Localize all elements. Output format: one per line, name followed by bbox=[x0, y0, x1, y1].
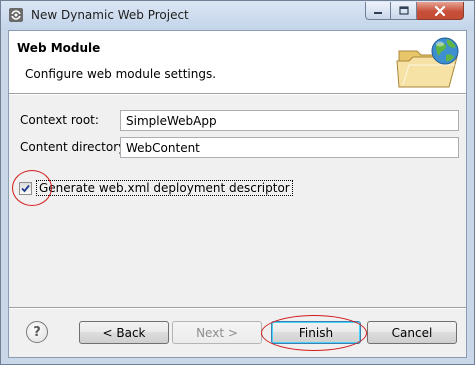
next-button-label: Next > bbox=[196, 325, 238, 340]
cancel-button-label: Cancel bbox=[391, 325, 433, 340]
next-button[interactable]: Next > bbox=[172, 321, 262, 344]
maximize-button[interactable] bbox=[391, 2, 417, 20]
title-bar[interactable]: New Dynamic Web Project bbox=[1, 1, 474, 30]
generate-descriptor-checkbox-row[interactable]: Generate web.xml deployment descriptor bbox=[19, 179, 293, 197]
back-button-label: < Back bbox=[102, 325, 146, 340]
wizard-header: Web Module Configure web module settings… bbox=[9, 31, 466, 94]
eclipse-app-icon bbox=[9, 8, 23, 22]
generate-descriptor-label[interactable]: Generate web.xml deployment descriptor bbox=[36, 180, 293, 196]
back-button[interactable]: < Back bbox=[79, 321, 169, 344]
finish-button-label: Finish bbox=[298, 325, 334, 340]
page-description: Configure web module settings. bbox=[25, 67, 217, 81]
content-directory-input[interactable] bbox=[120, 137, 459, 158]
page-title: Web Module bbox=[17, 41, 101, 55]
footer-separator bbox=[9, 307, 466, 309]
minimize-button[interactable] bbox=[365, 2, 391, 20]
close-window-button[interactable] bbox=[417, 2, 464, 20]
context-root-input[interactable] bbox=[120, 110, 459, 131]
dialog-body: Web Module Configure web module settings… bbox=[8, 30, 467, 358]
generate-descriptor-checkbox[interactable] bbox=[19, 181, 32, 195]
help-button[interactable]: ? bbox=[26, 321, 48, 343]
window-title: New Dynamic Web Project bbox=[31, 8, 189, 22]
content-directory-label: Content directory: bbox=[20, 140, 129, 154]
maximize-icon bbox=[398, 5, 409, 15]
close-icon bbox=[434, 5, 446, 16]
header-separator bbox=[9, 93, 466, 95]
finish-button[interactable]: Finish bbox=[271, 321, 361, 344]
dialog-window: New Dynamic Web Project Web Module Confi… bbox=[0, 0, 475, 365]
context-root-label: Context root: bbox=[20, 113, 99, 127]
help-icon: ? bbox=[33, 324, 41, 340]
minimize-icon bbox=[374, 11, 382, 14]
folder-globe-icon bbox=[396, 37, 459, 88]
cancel-button[interactable]: Cancel bbox=[367, 321, 457, 344]
checkmark-icon bbox=[21, 184, 30, 192]
